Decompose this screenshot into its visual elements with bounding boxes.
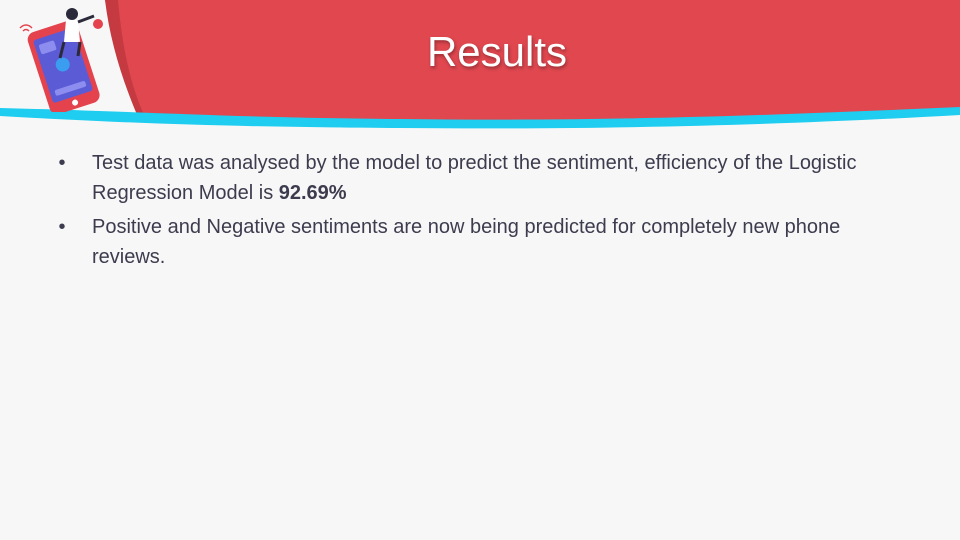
bullet-marker: •	[58, 152, 66, 174]
bullet-marker: •	[58, 216, 66, 238]
accuracy-value: 92.69%	[278, 182, 347, 204]
bullet-text: Positive and Negative sentiments are now…	[92, 216, 841, 268]
slide-title: Results	[426, 28, 568, 75]
slide: Results • Test data was analysed by the m…	[0, 0, 960, 540]
bullet-text: Test data was analysed by the model to p…	[92, 152, 857, 204]
list-item: • Test data was analysed by the model to …	[56, 148, 896, 208]
list-item: • Positive and Negative sentiments are no…	[56, 212, 896, 272]
bullet-list: • Test data was analysed by the model to …	[56, 148, 896, 276]
